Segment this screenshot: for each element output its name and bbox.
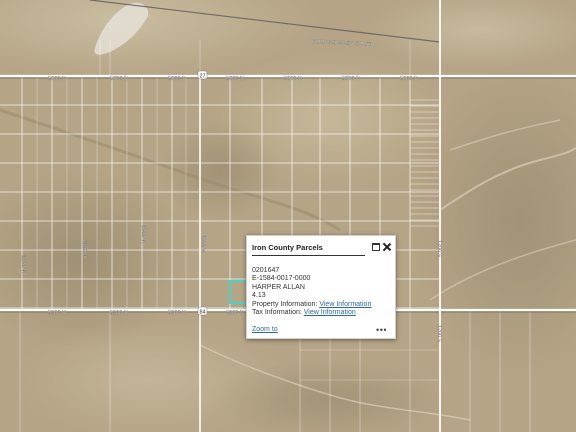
- road-label-5600: 5600 N: [168, 76, 186, 82]
- owner-name: HARPER ALLAN: [252, 283, 305, 291]
- road-label-1200e: 1200 E: [436, 325, 442, 343]
- more-options-icon[interactable]: •••: [376, 325, 387, 334]
- road-label-1100w: 1100 W: [81, 240, 87, 259]
- property-info-link[interactable]: View Information: [319, 301, 371, 308]
- acreage: 4.13: [252, 292, 266, 300]
- tax-info-label: Tax Information:: [252, 309, 302, 317]
- road-label-5600: 5600 N: [110, 76, 128, 82]
- road-label-1200e: 1200 E: [436, 240, 442, 258]
- road-label-5600: 5600 N: [342, 76, 360, 82]
- maximize-icon[interactable]: [372, 243, 380, 251]
- zoom-to-link[interactable]: Zoom to: [252, 326, 278, 333]
- route-shield-27: 27: [197, 70, 208, 80]
- account-number: E-1584-0017-0000: [252, 275, 311, 283]
- parcel-popup: Iron County Parcels 0201647 E-1584-0017-…: [246, 235, 396, 339]
- popup-body: 0201647 E-1584-0017-0000 HARPER ALLAN 4.…: [252, 267, 371, 317]
- road-label-5600: 5600 N: [226, 76, 244, 82]
- parcel-map[interactable]: HOGANS WASH SOUTH 5600 N 5600 N 5600 N 5…: [0, 0, 576, 432]
- popup-title: Iron County Parcels: [252, 242, 323, 252]
- route-shield-84: 84: [197, 306, 208, 316]
- svg-text:27: 27: [200, 74, 206, 80]
- tax-info-row: Tax Information: View Information: [252, 309, 371, 317]
- property-info-label: Property Information:: [252, 300, 318, 308]
- popup-header: Iron County Parcels: [252, 242, 391, 252]
- road-label-5600: 5600 N: [400, 76, 418, 82]
- road-label-1000w: 1000 W: [140, 225, 146, 245]
- road-label-1200w: 1200 W: [20, 255, 26, 275]
- road-label-5600: 5600 N: [284, 76, 302, 82]
- property-info-row: Property Information: View Information: [252, 301, 371, 309]
- road-label-1000w: 1000 W: [200, 235, 206, 255]
- popup-footer: Zoom to •••: [252, 325, 387, 334]
- road-label-5200: 5200 N: [168, 310, 186, 316]
- popup-divider: [252, 255, 365, 256]
- parcel-id: 0201647: [252, 267, 280, 274]
- tax-info-link[interactable]: View Information: [304, 309, 356, 316]
- road-label-5600: 5600 N: [48, 76, 66, 82]
- svg-text:84: 84: [200, 310, 206, 316]
- road-label-5200: 5200 N: [48, 310, 66, 316]
- popup-controls: [372, 243, 391, 251]
- road-label-5200: 5200 N: [226, 310, 244, 316]
- close-icon[interactable]: [383, 243, 391, 251]
- road-label-5200: 5200 N: [110, 310, 128, 316]
